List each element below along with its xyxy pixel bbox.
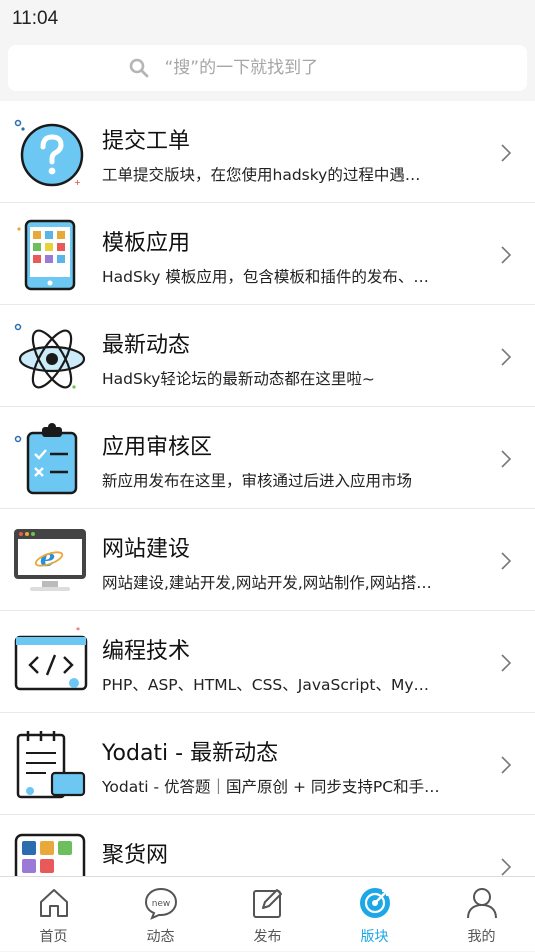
section-item[interactable]: 聚货网: [0, 815, 535, 876]
search-icon: [129, 58, 148, 78]
section-title: 编程技术: [102, 639, 191, 664]
section-list: + 提交工单 工单提交版块，在您使用hadsky的过程中遇… 模板应用 HadS…: [0, 101, 535, 876]
search-box[interactable]: [8, 45, 527, 91]
section-description: 新应用发布在这里，审核通过后进入应用市场: [102, 472, 413, 490]
search-area: [0, 38, 535, 100]
chevron-right-icon: [501, 144, 512, 162]
section-description: 工单提交版块，在您使用hadsky的过程中遇…: [102, 166, 421, 184]
section-title: 最新动态: [102, 333, 191, 358]
chevron-right-icon: [501, 450, 512, 468]
svg-text:+: +: [74, 178, 81, 187]
tab-sections[interactable]: 版块: [321, 877, 428, 952]
clipboard-checklist-icon: [14, 423, 78, 495]
search-input[interactable]: [162, 57, 407, 79]
edit-icon: [253, 889, 282, 918]
question-icon: +: [14, 119, 84, 187]
notebook-icon: [16, 731, 86, 799]
section-title: 模板应用: [102, 231, 191, 256]
chevron-right-icon: [501, 348, 512, 366]
section-description: PHP、ASP、HTML、CSS、JavaScript、My…: [102, 676, 430, 694]
user-icon: [467, 888, 497, 919]
atom-icon: [14, 323, 86, 389]
phone-apps-icon: [17, 219, 76, 291]
design-apps-icon: [14, 833, 86, 876]
chevron-right-icon: [501, 756, 512, 774]
section-description: HadSky 模板应用，包含模板和插件的发布、…: [102, 268, 429, 286]
status-bar: 11:04: [0, 0, 535, 38]
tab-publish[interactable]: 发布: [214, 877, 321, 952]
status-time: 11:04: [12, 8, 59, 29]
tab-news[interactable]: new 动态: [107, 877, 214, 952]
section-title: 网站建设: [102, 537, 191, 562]
section-description: Yodati - 优答题｜国产原创 + 同步支持PC和手…: [102, 778, 440, 796]
chevron-right-icon: [501, 246, 512, 264]
svg-text:*: *: [76, 626, 80, 635]
section-item[interactable]: e 网站建设 网站建设,建站开发,网站开发,网站制作,网站搭…: [0, 509, 535, 611]
home-icon: [40, 889, 68, 917]
tab-label: 发布: [253, 929, 282, 945]
svg-text:new: new: [152, 899, 171, 909]
bottom-tab-bar: 首页 new 动态 发布 版块 我的: [0, 876, 535, 951]
tab-me[interactable]: 我的: [428, 877, 535, 952]
section-title: 聚货网: [102, 843, 169, 868]
section-item[interactable]: 模板应用 HadSky 模板应用，包含模板和插件的发布、…: [0, 203, 535, 305]
tab-label: 我的: [467, 929, 496, 945]
section-item[interactable]: * 编程技术 PHP、ASP、HTML、CSS、JavaScript、My…: [0, 611, 535, 713]
chevron-right-icon: [501, 858, 512, 876]
section-title: 提交工单: [102, 129, 191, 154]
tab-label: 版块: [360, 929, 389, 945]
section-item[interactable]: 应用审核区 新应用发布在这里，审核通过后进入应用市场: [0, 407, 535, 509]
chevron-right-icon: [501, 552, 512, 570]
section-item[interactable]: 最新动态 HadSky轻论坛的最新动态都在这里啦~: [0, 305, 535, 407]
tab-home[interactable]: 首页: [0, 877, 107, 952]
new-bubble-icon: new: [144, 887, 178, 920]
tab-label: 首页: [39, 929, 68, 945]
tab-label: 动态: [146, 929, 175, 945]
section-description: 网站建设,建站开发,网站开发,网站制作,网站搭…: [102, 574, 432, 592]
compass-icon: [360, 888, 390, 918]
section-title: Yodati - 最新动态: [102, 741, 279, 766]
section-item[interactable]: Yodati - 最新动态 Yodati - 优答题｜国产原创 + 同步支持PC…: [0, 713, 535, 815]
code-window-icon: *: [14, 626, 88, 691]
section-item[interactable]: + 提交工单 工单提交版块，在您使用hadsky的过程中遇…: [0, 101, 535, 203]
browser-monitor-icon: e: [14, 529, 86, 591]
chevron-right-icon: [501, 654, 512, 672]
section-description: HadSky轻论坛的最新动态都在这里啦~: [102, 370, 375, 388]
section-title: 应用审核区: [102, 435, 213, 460]
